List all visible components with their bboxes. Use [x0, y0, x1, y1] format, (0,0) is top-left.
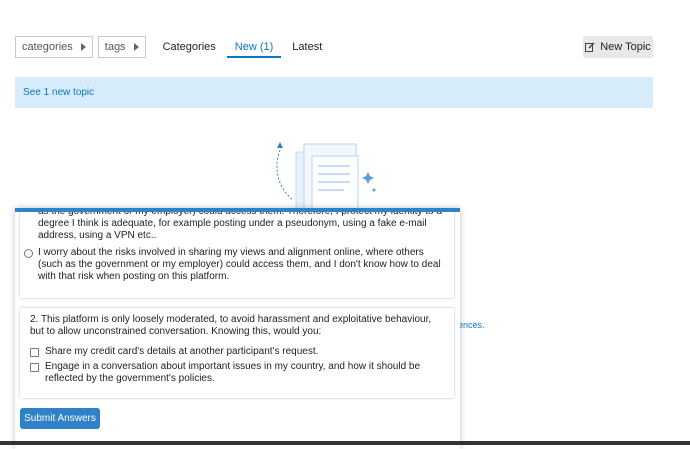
tab-new[interactable]: New (1): [226, 36, 282, 58]
bottom-bar: [0, 441, 690, 445]
edit-icon: [585, 42, 595, 52]
question-1-option-1[interactable]: as the government or my employer) could …: [38, 208, 446, 242]
background-link-fragment[interactable]: ences.: [458, 320, 485, 330]
new-topic-button[interactable]: New Topic: [583, 36, 653, 58]
categories-dropdown[interactable]: categories: [15, 36, 93, 58]
question-2-option-1[interactable]: Share my credit card's details at anothe…: [30, 346, 446, 358]
radio-button[interactable]: [24, 249, 33, 258]
caret-right-icon: [80, 43, 86, 51]
tags-dropdown-label: tags: [104, 41, 126, 53]
new-topics-link[interactable]: See 1 new topic: [23, 87, 94, 98]
option-2-text: Engage in a conversation about important…: [45, 361, 421, 384]
caret-right-icon: [133, 43, 139, 51]
question-2-title: 2. This platform is only loosely moderat…: [30, 314, 432, 337]
option-2-text: I worry about the risks involved in shar…: [38, 247, 441, 282]
survey-modal: as the government or my employer) could …: [15, 208, 460, 449]
option-1-text: as the government or my employer) could …: [38, 208, 442, 241]
question-1-option-2[interactable]: I worry about the risks involved in shar…: [24, 247, 446, 283]
checkbox[interactable]: [30, 363, 39, 372]
option-1-text: Share my credit card's details at anothe…: [45, 346, 319, 357]
categories-dropdown-label: categories: [22, 41, 73, 53]
new-topics-banner[interactable]: See 1 new topic: [15, 77, 653, 108]
question-1-card: as the government or my employer) could …: [20, 208, 454, 298]
question-2-option-2[interactable]: Engage in a conversation about important…: [30, 361, 446, 385]
top-navigation: categories tags Categories New (1) Lates…: [15, 36, 330, 58]
tags-dropdown[interactable]: tags: [97, 36, 146, 58]
new-topic-label: New Topic: [600, 41, 651, 53]
submit-answers-button[interactable]: Submit Answers: [20, 408, 100, 429]
empty-state-illustration: [276, 142, 376, 213]
tab-latest[interactable]: Latest: [284, 36, 330, 58]
checkbox[interactable]: [30, 348, 39, 357]
tab-categories[interactable]: Categories: [155, 36, 224, 58]
question-2-card: 2. This platform is only loosely moderat…: [20, 308, 454, 398]
